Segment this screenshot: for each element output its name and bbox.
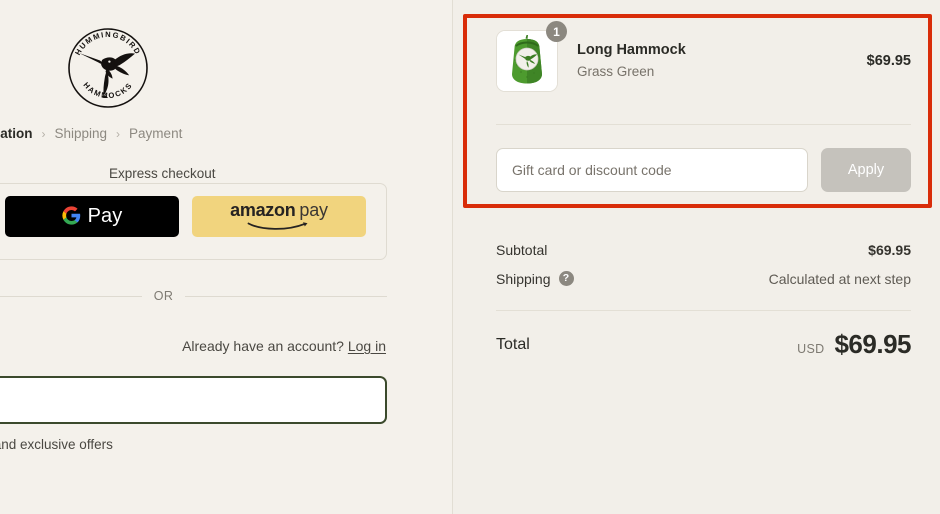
shipping-label-group: Shipping ? <box>496 271 574 287</box>
amazon-smile-icon <box>247 218 311 233</box>
discount-row: Apply <box>496 148 911 192</box>
subtotal-label: Subtotal <box>496 241 548 258</box>
order-summary-pane: 1 Long Hammock Grass Green $69.95 Apply … <box>453 0 940 514</box>
product-price: $69.95 <box>866 53 911 69</box>
account-prompt-text: Already have an account? <box>182 338 344 354</box>
cart-divider <box>496 124 911 125</box>
checkout-page: HUMMINGBIRD HAMMOCKS ation › Shipping › … <box>0 0 940 514</box>
product-info: Long Hammock Grass Green <box>577 41 867 81</box>
or-label: OR <box>153 289 174 303</box>
account-login-prompt: Already have an account? Log in <box>182 338 386 354</box>
breadcrumb-step-payment[interactable]: Payment <box>129 126 182 141</box>
chevron-right-icon: › <box>116 126 121 141</box>
currency-code: USD <box>797 342 825 356</box>
product-variant: Grass Green <box>577 63 655 79</box>
svg-text:HUMMINGBIRD: HUMMINGBIRD <box>73 30 143 57</box>
checkout-form-pane: HUMMINGBIRD HAMMOCKS ation › Shipping › … <box>0 0 453 514</box>
total-label: Total <box>496 335 530 353</box>
quantity-badge: 1 <box>546 21 567 42</box>
product-thumbnail-wrapper[interactable]: 1 <box>496 21 567 92</box>
totals-divider <box>496 310 911 311</box>
log-in-link[interactable]: Log in <box>348 338 386 354</box>
help-icon[interactable]: ? <box>558 271 574 286</box>
breadcrumb-step-information[interactable]: nformation <box>0 126 33 141</box>
total-amount-group: USD $69.95 <box>797 329 911 360</box>
or-divider: OR <box>0 289 387 303</box>
chevron-right-icon: › <box>41 126 46 141</box>
apply-discount-button[interactable]: Apply <box>821 148 911 192</box>
shipping-value: Calculated at next step <box>768 270 911 287</box>
total-amount: $69.95 <box>834 329 911 359</box>
discount-code-input[interactable] <box>496 148 808 192</box>
express-checkout-label: Express checkout <box>100 166 225 181</box>
google-pay-label: Pay <box>87 205 123 227</box>
email-input[interactable] <box>0 376 387 424</box>
breadcrumb-step-shipping[interactable]: Shipping <box>55 126 108 141</box>
shipping-label: Shipping <box>496 270 551 287</box>
order-totals: Subtotal $69.95 Shipping ? Calculated at… <box>496 235 911 360</box>
subtotal-row: Subtotal $69.95 <box>496 235 911 264</box>
google-g-icon <box>62 205 81 228</box>
breadcrumb: nformation › Shipping › Payment <box>0 126 182 141</box>
amazon-pay-button[interactable]: amazon pay <box>192 196 366 237</box>
divider-line-left <box>0 295 142 297</box>
subtotal-value: $69.95 <box>868 241 911 258</box>
marketing-consent-row[interactable]: ews and exclusive offers <box>0 436 113 453</box>
cart-line-item: 1 Long Hammock Grass Green $69.95 <box>496 21 911 92</box>
shipping-row: Shipping ? Calculated at next step <box>496 264 911 293</box>
divider-line-right <box>185 295 387 297</box>
marketing-consent-label: ews and exclusive offers <box>0 437 113 452</box>
express-checkout-buttons: Pay amazon pay <box>0 196 366 237</box>
hummingbird-logo[interactable]: HUMMINGBIRD HAMMOCKS <box>62 22 154 114</box>
grand-total-row: Total USD $69.95 <box>496 329 911 360</box>
google-pay-button[interactable]: Pay <box>5 196 179 237</box>
product-title: Long Hammock <box>577 41 686 58</box>
